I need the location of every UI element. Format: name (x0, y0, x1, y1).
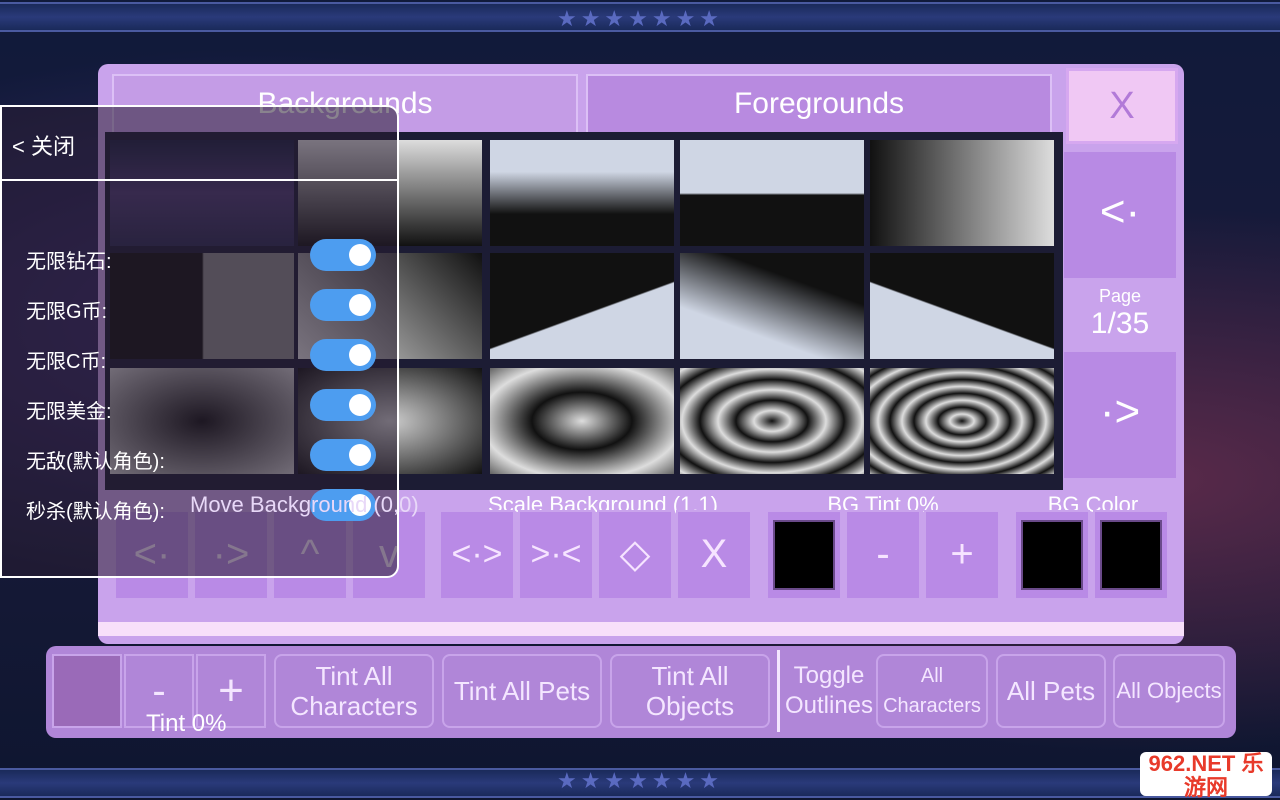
bg-color-swatch-1[interactable] (1014, 510, 1090, 600)
watermark-logo: 962.NET 乐游网 (1140, 752, 1272, 800)
bg-tint-minus-button[interactable]: - (845, 510, 921, 600)
bg-tint-swatch[interactable] (766, 510, 842, 600)
option-label: 无限美金: (26, 401, 112, 423)
move-background-label: Move Background (0,0) (190, 492, 419, 517)
stars-decoration: ★★★★★★★ (556, 768, 724, 793)
page-indicator: Page 1/35 (1064, 286, 1176, 348)
option-label: 无限C币: (26, 351, 106, 373)
scale-widen-button[interactable]: <·> (439, 510, 515, 600)
option-label: 无限钻石: (26, 251, 112, 273)
color-swatch (1021, 520, 1083, 590)
background-thumb[interactable] (680, 140, 864, 246)
tint-all-characters-button[interactable]: Tint All Characters (274, 654, 434, 728)
toggle-switch[interactable] (310, 239, 376, 271)
tint-value-label: Tint 0% (146, 710, 227, 737)
background-thumb[interactable] (490, 140, 674, 246)
page-value: 1/35 (1090, 307, 1150, 340)
stars-decoration: ★★★★★★★ (556, 6, 724, 31)
divider (777, 650, 780, 732)
toggle-switch[interactable] (310, 389, 376, 421)
tint-swatch (773, 520, 835, 590)
all-characters-button[interactable]: All Characters (876, 654, 988, 728)
toggle-switch[interactable] (310, 289, 376, 321)
background-thumb[interactable] (490, 368, 674, 474)
prev-page-button[interactable]: <· (1064, 152, 1176, 278)
background-thumb[interactable] (870, 140, 1054, 246)
scale-taller-button[interactable]: ◇ (597, 510, 673, 600)
panel-footer-strip (98, 622, 1184, 636)
close-menu-button[interactable]: < 关闭 (12, 129, 75, 161)
bottom-toolbar: - + Tint 0% Tint All Characters Tint All… (46, 646, 1236, 738)
all-pets-button[interactable]: All Pets (996, 654, 1106, 728)
bg-tint-plus-button[interactable]: + (924, 510, 1000, 600)
toggle-outlines-button[interactable]: Toggle Outlines (784, 654, 874, 728)
background-thumb[interactable] (870, 253, 1054, 359)
page-label: Page (1098, 286, 1142, 306)
toggle-switch[interactable] (310, 339, 376, 371)
option-label: 秒杀(默认角色): (26, 501, 165, 523)
close-button[interactable]: X (1066, 68, 1178, 144)
scale-narrow-button[interactable]: >·< (518, 510, 594, 600)
scale-shorter-button[interactable]: X (676, 510, 752, 600)
next-page-button[interactable]: ·> (1064, 352, 1176, 478)
background-thumb[interactable] (490, 253, 674, 359)
bg-color-swatch-2[interactable] (1093, 510, 1169, 600)
background-thumb[interactable] (680, 368, 864, 474)
background-thumb[interactable] (870, 368, 1054, 474)
divider (2, 179, 399, 181)
tab-foregrounds[interactable]: Foregrounds (586, 74, 1052, 134)
option-label: 无敌(默认角色): (26, 451, 165, 473)
tint-all-pets-button[interactable]: Tint All Pets (442, 654, 602, 728)
color-swatch (1100, 520, 1162, 590)
tint-color-swatch[interactable] (52, 654, 122, 728)
background-thumb[interactable] (680, 253, 864, 359)
tint-all-objects-button[interactable]: Tint All Objects (610, 654, 770, 728)
toggle-switch[interactable] (310, 439, 376, 471)
all-objects-button[interactable]: All Objects (1113, 654, 1225, 728)
option-label: 无限G币: (26, 301, 108, 323)
